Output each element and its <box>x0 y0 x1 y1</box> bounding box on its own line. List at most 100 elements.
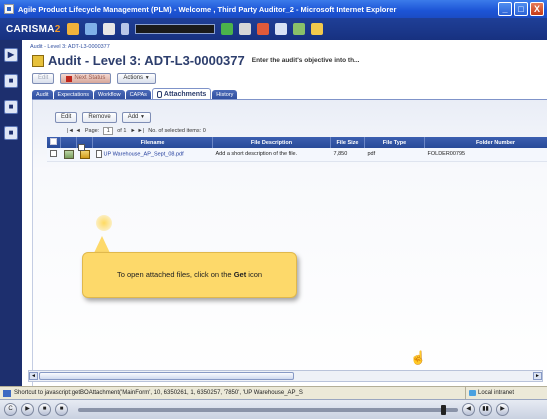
filesize-cell: 7,850 <box>330 148 365 162</box>
breadcrumb[interactable]: Audit - Level 3: ADT-L3-0000377 <box>30 44 110 50</box>
rail-search-icon[interactable]: ■ <box>4 126 18 140</box>
carisma-logo: CARISMA2 <box>6 24 61 35</box>
actions-label: Actions <box>123 75 144 81</box>
filename-col-header[interactable]: Filename <box>92 137 213 148</box>
callout-text-bold: Get <box>233 270 247 279</box>
filetype-col-header[interactable]: File Type <box>364 137 425 148</box>
filetype-cell: pdf <box>364 148 425 162</box>
table-row[interactable]: UP Warehouse_AP_Sept_08.pdf Add a short … <box>47 148 547 162</box>
save-icon[interactable] <box>84 23 97 35</box>
previous-slide-button[interactable]: ◀ <box>462 403 475 416</box>
paperclip-icon <box>156 91 162 98</box>
view-file-icon[interactable] <box>63 149 74 159</box>
filesize-col-header[interactable]: File Size <box>330 137 365 148</box>
page-number-input[interactable]: 1 <box>103 127 114 135</box>
loading-progress-bar <box>134 24 215 34</box>
app-toolbar: CARISMA2 <box>0 18 547 40</box>
next-last-page-icon[interactable]: ► ►| <box>130 128 144 134</box>
add-attachment-button[interactable]: Add ▼ <box>121 112 151 123</box>
logo-mark: 2 <box>54 23 61 35</box>
search-icon[interactable] <box>238 23 251 35</box>
scroll-left-arrow-icon[interactable]: ◄ <box>29 372 38 380</box>
select-all-header[interactable] <box>47 137 61 148</box>
folder-col-header[interactable]: Folder Number <box>424 137 547 148</box>
rail-folder-icon[interactable]: ■ <box>4 74 18 88</box>
callout-text-prefix: To open attached files, click on the <box>116 270 234 279</box>
security-zone: Local intranet <box>465 387 547 399</box>
dropdown-icon[interactable] <box>120 23 129 35</box>
add-label: Add <box>127 114 139 120</box>
actions-dropdown[interactable]: Actions ▼ <box>117 73 156 84</box>
edit-disabled-button: Edit <box>32 73 55 84</box>
row-checkbox-cell[interactable] <box>47 148 61 162</box>
hand-cursor-icon: ☝ <box>410 350 427 365</box>
table-header-row: Filename File Description File Size File… <box>47 137 547 148</box>
close-button[interactable]: X <box>530 2 544 16</box>
first-prev-page-icon[interactable]: |◄ ◄ <box>67 128 81 134</box>
pause-button[interactable]: ▮▮ <box>479 403 492 416</box>
tools-icon[interactable] <box>292 23 305 35</box>
seek-bar[interactable] <box>78 404 458 415</box>
row-checkbox[interactable] <box>50 149 57 157</box>
page-count-label: of 1 <box>117 128 127 134</box>
attachments-table: Filename File Description File Size File… <box>47 137 547 162</box>
callout-text-suffix: icon <box>246 270 263 279</box>
empty-row-checkbox[interactable] <box>78 144 85 151</box>
print-icon[interactable] <box>102 23 115 35</box>
next-slide-button[interactable]: ▶ <box>496 403 509 416</box>
expand-rail-button[interactable]: ▶ <box>4 48 18 62</box>
rewind-button[interactable]: ■ <box>55 403 68 416</box>
ie-status-bar: Shortcut to javascript:getBOAttachment('… <box>0 386 547 399</box>
next-status-button[interactable]: Next Status <box>60 73 112 84</box>
report-icon[interactable] <box>274 23 287 35</box>
refresh-icon[interactable] <box>220 23 233 35</box>
remove-attachment-button[interactable]: Remove <box>82 112 117 123</box>
workflow-icon[interactable] <box>310 23 323 35</box>
home-icon[interactable] <box>66 23 79 35</box>
pdf-file-icon <box>95 150 102 159</box>
status-flag-icon <box>66 75 73 82</box>
objective-text: Enter the audit's objective into th... <box>251 57 360 64</box>
seek-knob[interactable] <box>440 404 446 415</box>
chevron-down-icon: ▼ <box>140 114 145 120</box>
intranet-icon <box>469 390 476 396</box>
get-icon-highlight <box>96 215 112 231</box>
next-status-label: Next Status <box>74 75 106 81</box>
view-col-header <box>60 137 77 148</box>
rail-tasks-icon[interactable]: ■ <box>4 100 18 114</box>
page-title: Audit - Level 3: ADT-L3-0000377 Enter th… <box>32 53 359 68</box>
description-col-header[interactable]: File Description <box>212 137 331 148</box>
pager: |◄ ◄ Page: 1 of 1 ► ►| No. of selected i… <box>67 127 206 135</box>
captions-button[interactable]: C <box>4 403 17 416</box>
audit-object-icon <box>32 54 44 67</box>
logo-text: CARISMA <box>6 23 55 35</box>
get-file-icon[interactable] <box>79 149 90 159</box>
left-nav-rail: ▶ ■ ■ ■ <box>0 40 22 386</box>
tutorial-callout: To open attached files, click on the Get… <box>82 252 297 298</box>
scrollbar-thumb[interactable] <box>39 372 294 380</box>
link-icon <box>3 390 11 397</box>
callout-pointer <box>94 236 110 253</box>
filename-cell[interactable]: UP Warehouse_AP_Sept_08.pdf <box>92 148 213 162</box>
page-title-text: Audit - Level 3: ADT-L3-0000377 <box>48 53 245 68</box>
zone-label: Local intranet <box>478 390 515 396</box>
selected-count: No. of selected items: 0 <box>148 128 206 134</box>
filename-link[interactable]: UP Warehouse_AP_Sept_08.pdf <box>104 152 184 158</box>
description-cell: Add a short description of the file. <box>212 148 331 162</box>
progress-fill <box>135 25 214 33</box>
stop-button[interactable]: ■ <box>38 403 51 416</box>
play-button[interactable]: ▶ <box>21 403 34 416</box>
maximize-button[interactable]: □ <box>514 2 528 16</box>
edit-attachment-button[interactable]: Edit <box>55 112 78 123</box>
action-row: Edit Next Status Actions ▼ <box>32 73 156 84</box>
page-label: Page: <box>84 128 100 134</box>
user-icon[interactable] <box>256 23 269 35</box>
view-cell[interactable] <box>60 148 77 162</box>
window-titlebar: Agile Product Lifecycle Management (PLM)… <box>0 0 547 18</box>
minimize-button[interactable]: _ <box>498 2 512 16</box>
horizontal-scrollbar[interactable]: ◄ ► <box>28 370 543 382</box>
scroll-right-arrow-icon[interactable]: ► <box>533 372 542 380</box>
tutorial-player-bar: C ▶ ■ ■ ◀ ▮▮ ▶ <box>0 399 547 419</box>
window-title: Agile Product Lifecycle Management (PLM)… <box>18 4 397 14</box>
select-all-checkbox[interactable] <box>50 138 57 145</box>
